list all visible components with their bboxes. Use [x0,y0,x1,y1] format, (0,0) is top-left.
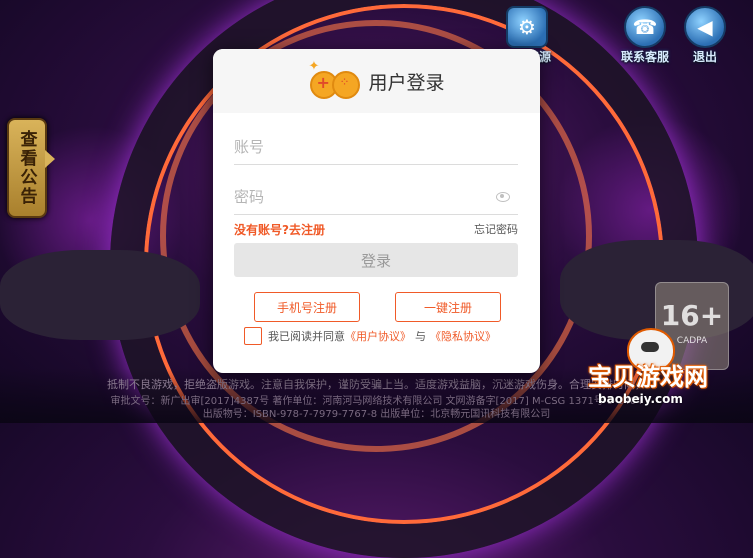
forgot-password-link[interactable]: 忘记密码 [474,221,518,237]
account-field [234,130,518,165]
password-input[interactable] [234,188,484,206]
gamepad-logo-icon: ✦ + ⁘ [308,59,361,99]
exit-label: 退出 [692,50,717,64]
login-button[interactable]: 登录 [234,243,518,277]
agreement-checkbox[interactable] [244,327,262,345]
service-label: 联系客服 [621,50,670,64]
password-field [234,180,518,215]
agreement-and: 与 [415,330,426,343]
exit-button[interactable]: ◀ 退出 [684,6,726,65]
login-dialog: ✦ + ⁘ 用户登录 没有账号?去注册 忘记密码 登录 手机号注册 一键注册 我… [213,49,540,373]
age-rating: 16+ [660,299,724,332]
watermark: 宝贝游戏网 baobeiy.com [588,357,708,406]
watermark-title: 宝贝游戏网 [588,363,708,391]
user-agreement-link[interactable]: 《用户协议》 [345,328,411,344]
agreement-prefix: 我已阅读并同意 [268,330,345,343]
quick-register-button[interactable]: 一键注册 [395,292,501,322]
headset-icon: ☎ [624,6,666,48]
agreement-row: 我已阅读并同意 《用户协议》 与 《隐私协议》 [244,327,496,345]
watermark-url: baobeiy.com [598,392,683,406]
account-input[interactable] [234,138,484,156]
phone-register-button[interactable]: 手机号注册 [254,292,360,322]
repair-icon: ⚙ [506,6,548,48]
dialog-header: ✦ + ⁘ 用户登录 [213,49,540,113]
privacy-agreement-link[interactable]: 《隐私协议》 [430,328,496,344]
dialog-title: 用户登录 [368,71,445,94]
eye-icon[interactable] [496,192,510,202]
publication-info: 出版物号：ISBN-978-7-7979-7767-8 出版单位：北京畅元国讯科… [202,409,551,420]
background-rock-left [0,250,200,340]
register-link[interactable]: 没有账号?去注册 [234,221,325,238]
contact-service-button[interactable]: ☎ 联系客服 [621,6,669,65]
notice-label: 查看公告 [16,130,37,206]
back-arrow-icon: ◀ [684,6,726,48]
notice-arrow-icon [45,150,55,168]
notice-button[interactable]: 查看公告 [7,118,47,218]
